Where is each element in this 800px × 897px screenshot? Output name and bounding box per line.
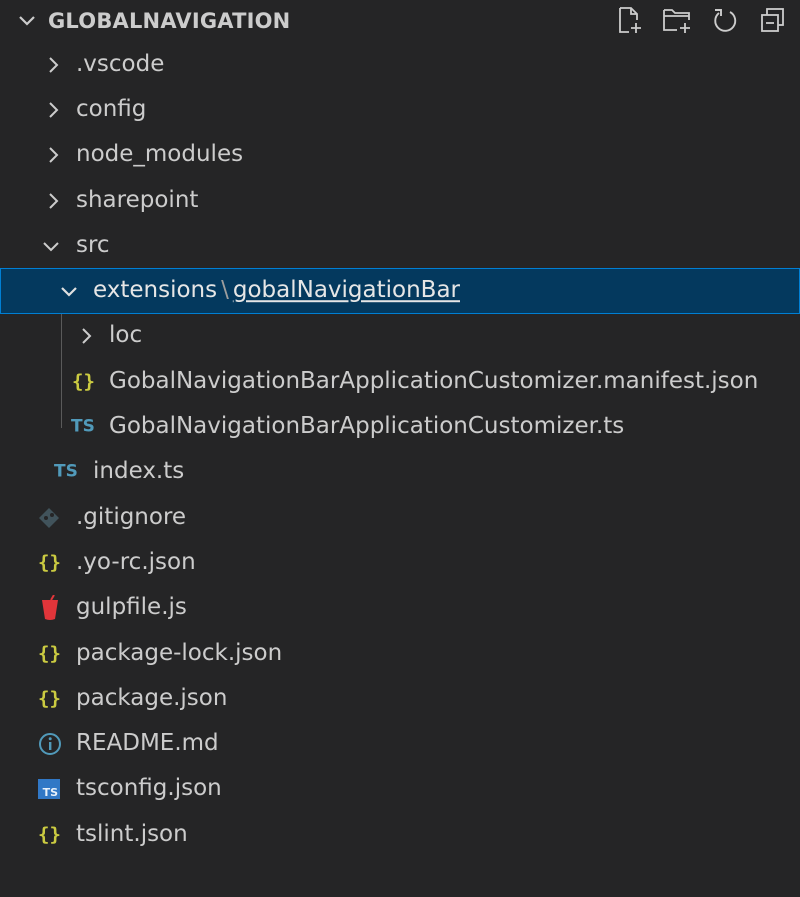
gulp-icon <box>42 595 58 621</box>
chevron-right-icon <box>49 56 59 73</box>
tree-item-label: sharepoint <box>76 186 199 213</box>
file-tree: .vscode config node_modules sharepoint s… <box>0 42 800 857</box>
tree-item-label: gulpfile.js <box>76 594 187 621</box>
chevron-right-icon <box>49 102 59 118</box>
indent-guide <box>61 359 62 405</box>
tree-item-label: package-lock.json <box>76 639 283 666</box>
chevron-down-icon <box>43 242 59 252</box>
tree-item-label: tsconfig.json <box>76 775 222 802</box>
tree-item-label: node_modules <box>76 141 244 168</box>
explorer-panel: GLOBALNAVIGATION .vscode config node_mod… <box>0 0 800 897</box>
tree-item-config[interactable]: config <box>0 87 800 132</box>
tree-item-index-ts[interactable]: TS index.ts <box>0 450 800 495</box>
tree-item-label: .vscode <box>76 50 165 77</box>
tree-item-sharepoint[interactable]: sharepoint <box>0 178 800 223</box>
path-segment-gobalnavigationbar[interactable]: gobalNavigationBar <box>233 277 460 303</box>
new-file-button[interactable] <box>612 4 646 36</box>
tree-item-label: README.md <box>76 730 219 757</box>
tree-item-gitignore[interactable]: .gitignore <box>0 495 800 540</box>
tree-item-tsconfig-json[interactable]: TS tsconfig.json <box>0 767 800 812</box>
tree-item-label: .gitignore <box>76 503 187 530</box>
typescript-file-icon: TS <box>54 461 78 482</box>
explorer-title: GLOBALNAVIGATION <box>48 9 291 33</box>
json-file-icon: {} <box>38 642 61 664</box>
chevron-right-icon <box>49 192 59 209</box>
explorer-actions <box>612 4 790 36</box>
json-file-icon: {} <box>72 370 95 393</box>
tree-item-label: src <box>76 232 110 259</box>
tsconfig-file-icon: TS <box>38 779 60 800</box>
indent-guide <box>61 313 62 359</box>
new-folder-icon <box>663 9 690 33</box>
tree-item-label: .yo-rc.json <box>76 549 196 576</box>
tree-item-label: loc <box>109 322 143 349</box>
chevron-right-icon <box>49 147 59 163</box>
tree-item-gulpfile-js[interactable]: gulpfile.js <box>0 586 800 631</box>
tree-item-label: GobalNavigationBarApplicationCustomizer.… <box>109 413 625 440</box>
tree-item-label: config <box>76 96 147 123</box>
tree-item-label: tslint.json <box>76 820 188 847</box>
typescript-file-icon: TS <box>71 416 95 437</box>
path-segment-extensions[interactable]: extensions <box>93 277 217 303</box>
tree-item-label: GobalNavigationBarApplicationCustomizer.… <box>109 367 759 394</box>
tree-item-loc[interactable]: loc <box>0 313 800 359</box>
explorer-header[interactable]: GLOBALNAVIGATION <box>0 0 800 42</box>
new-folder-button[interactable] <box>660 4 694 36</box>
tree-item-label: package.json <box>76 685 228 712</box>
git-icon <box>39 507 59 528</box>
refresh-button[interactable] <box>708 4 742 36</box>
collapse-all-icon <box>761 8 784 32</box>
tree-item-src[interactable]: src <box>0 223 800 268</box>
tree-item-compact-label: extensions \ gobalNavigationBar <box>93 277 460 303</box>
tree-item-yo-rc-json[interactable]: {} .yo-rc.json <box>0 540 800 585</box>
json-file-icon: {} <box>38 551 61 574</box>
tree-item-manifest-json[interactable]: {} GobalNavigationBarApplicationCustomiz… <box>0 359 800 405</box>
collapse-all-button[interactable] <box>756 4 790 36</box>
json-file-icon: {} <box>38 823 61 846</box>
tree-item-vscode[interactable]: .vscode <box>0 42 800 87</box>
tree-item-package-lock-json[interactable]: {} package-lock.json <box>0 631 800 676</box>
tree-item-node-modules[interactable]: node_modules <box>0 133 800 178</box>
info-icon <box>39 733 61 756</box>
chevron-down-icon <box>61 287 77 297</box>
chevron-down-icon[interactable] <box>14 8 40 34</box>
tree-item-extensions-gobalnavigationbar[interactable]: extensions \ gobalNavigationBar <box>0 268 800 314</box>
new-file-icon <box>619 7 641 33</box>
refresh-icon <box>714 9 737 32</box>
tree-item-customizer-ts[interactable]: TS GobalNavigationBarApplicationCustomiz… <box>0 404 800 449</box>
json-file-icon: {} <box>38 687 61 710</box>
tree-item-package-json[interactable]: {} package.json <box>0 676 800 721</box>
indent-guide <box>61 404 62 429</box>
path-separator: \ <box>221 277 229 304</box>
tree-item-label: index.ts <box>93 458 185 485</box>
tree-item-tslint-json[interactable]: {} tslint.json <box>0 812 800 857</box>
chevron-right-icon <box>82 328 92 345</box>
tree-item-readme-md[interactable]: README.md <box>0 721 800 766</box>
